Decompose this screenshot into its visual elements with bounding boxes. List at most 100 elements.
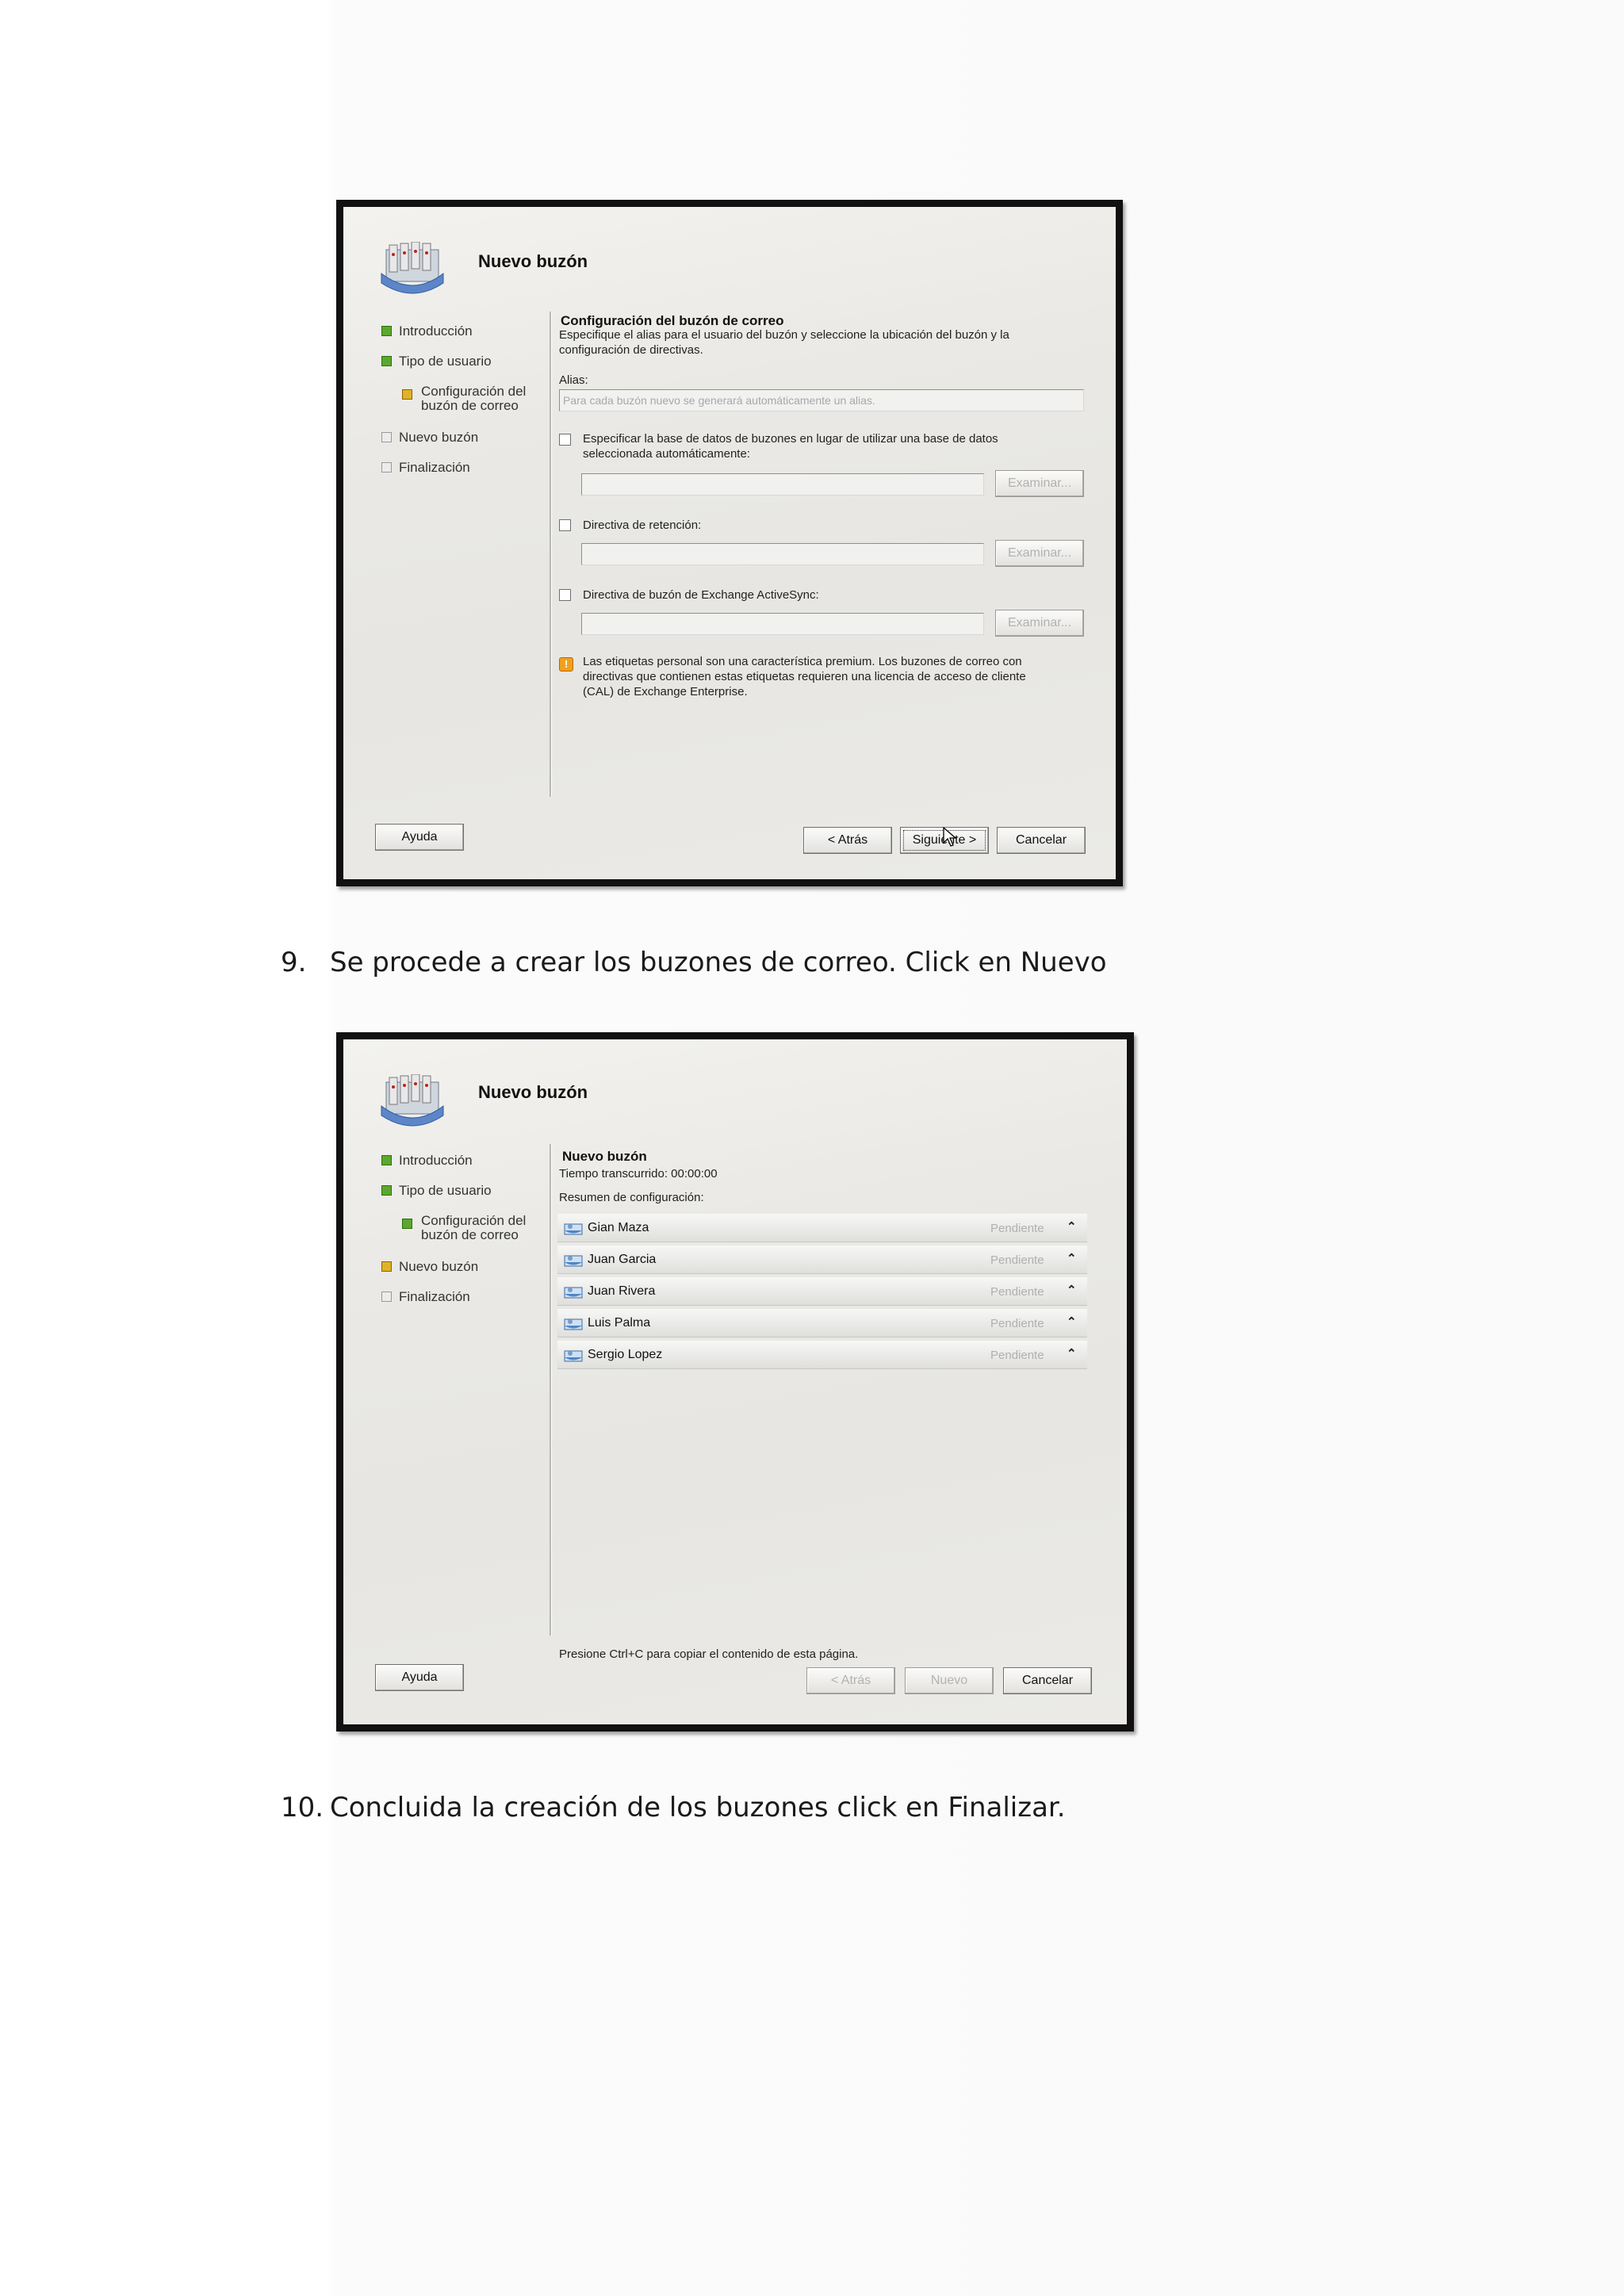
nav-step-label: Finalización [399,460,470,475]
nav-step-label: Introducción [399,1153,473,1168]
nav-step-new-mailbox: Nuevo buzón [381,430,540,445]
premium-note-line3: (CAL) de Exchange Enterprise. [583,685,748,698]
database-input[interactable] [581,473,984,496]
activesync-policy-label: Directiva de buzón de Exchange ActiveSyn… [583,588,819,602]
specify-database-checkbox[interactable] [559,434,571,446]
help-button[interactable]: Ayuda [375,824,464,851]
alias-input[interactable]: Para cada buzón nuevo se generará automá… [559,389,1084,411]
browse-retention-button[interactable]: Examinar... [995,540,1084,567]
specify-database-label-line1: Especificar la base de datos de buzones … [583,432,998,446]
retention-policy-checkbox[interactable] [559,519,571,531]
mailbox-row[interactable]: Luis Palma Pendiente ⌃ [557,1309,1087,1337]
mailbox-summary-list: Gian Maza Pendiente ⌃ Juan Garcia Pendie… [557,1214,1087,1372]
mailbox-row[interactable]: Gian Maza Pendiente ⌃ [557,1214,1087,1242]
double-chevron-up-icon[interactable]: ⌃ [1067,1346,1077,1360]
step-pending-icon [381,1292,392,1302]
wizard-steps: Introducción Tipo de usuario Configuraci… [381,324,540,491]
warning-icon: ! [559,657,573,672]
nav-step-label-line2: buzón de correo [421,398,519,413]
nav-step-completion: Finalización [381,461,540,475]
mailbox-status: Pendiente [990,1317,1044,1330]
nav-step-mailbox-settings: Configuración del buzón de correo [381,385,540,413]
mailbox-name: Juan Rivera [588,1284,656,1298]
retention-policy-input[interactable] [581,543,984,565]
double-chevron-up-icon[interactable]: ⌃ [1067,1251,1077,1265]
screenshot-mailbox-settings: Nuevo buzón Introducción Tipo de usuario… [336,200,1123,886]
summary-label: Resumen de configuración: [559,1191,704,1204]
help-button[interactable]: Ayuda [375,1664,464,1691]
mailbox-wizard-icon [381,242,444,294]
mailbox-row[interactable]: Sergio Lopez Pendiente ⌃ [557,1341,1087,1369]
nav-step-label: Tipo de usuario [399,354,492,369]
double-chevron-up-icon[interactable]: ⌃ [1067,1314,1077,1329]
nav-step-label: Finalización [399,1289,470,1304]
activesync-policy-input[interactable] [581,613,984,635]
mailbox-status: Pendiente [990,1349,1044,1362]
nav-divider [550,312,552,797]
step-complete-icon [381,326,392,336]
nav-step-user-type: Tipo de usuario [381,1184,540,1198]
mailbox-name: Gian Maza [588,1221,649,1234]
double-chevron-up-icon[interactable]: ⌃ [1067,1219,1077,1234]
specify-database-label-line2: seleccionada automáticamente: [583,447,750,461]
mailbox-status: Pendiente [990,1285,1044,1299]
mailbox-user-icon [564,1318,583,1330]
mailbox-name: Luis Palma [588,1316,651,1330]
new-button[interactable]: Nuevo [905,1667,994,1694]
activesync-policy-checkbox[interactable] [559,589,571,601]
mailbox-status: Pendiente [990,1222,1044,1235]
mailbox-name: Sergio Lopez [588,1348,663,1361]
step-description: Se procede a crear los buzones de correo… [330,947,1107,978]
browse-database-button[interactable]: Examinar... [995,470,1084,497]
alias-label: Alias: [559,373,588,387]
section-description-line2: configuración de directivas. [559,343,703,357]
step-description: Concluida la creación de los buzones cli… [330,1792,1066,1823]
dialog-title: Nuevo buzón [478,1082,588,1102]
mailbox-user-icon [564,1223,583,1235]
mailbox-wizard-icon [381,1074,444,1127]
step-9-text: 9. Se procede a crear los buzones de corr… [281,947,1107,978]
cancel-button[interactable]: Cancelar [1003,1667,1092,1694]
nav-step-completion: Finalización [381,1290,540,1304]
step-number: 10. [281,1792,324,1823]
mouse-pointer-icon [943,827,957,847]
wizard-steps: Introducción Tipo de usuario Configuraci… [381,1154,540,1320]
mailbox-name: Juan Garcia [588,1253,657,1266]
step-current-icon [381,1261,392,1272]
step-number: 9. [281,947,307,978]
nav-step-intro: Introducción [381,1154,540,1168]
cancel-button[interactable]: Cancelar [997,827,1086,854]
double-chevron-up-icon[interactable]: ⌃ [1067,1283,1077,1297]
nav-step-label: Nuevo buzón [399,430,479,445]
step-pending-icon [381,432,392,442]
nav-divider [550,1144,552,1636]
premium-note-line2: directivas que contienen estas etiquetas… [583,670,1026,683]
back-button[interactable]: < Atrás [806,1667,895,1694]
nav-step-new-mailbox: Nuevo buzón [381,1260,540,1274]
section-title: Configuración del buzón de correo [561,313,784,328]
nav-step-label: Tipo de usuario [399,1183,492,1198]
nav-step-label-line1: Configuración del [421,384,527,399]
nav-step-label: Introducción [399,323,473,339]
mailbox-row[interactable]: Juan Rivera Pendiente ⌃ [557,1277,1087,1306]
mailbox-row[interactable]: Juan Garcia Pendiente ⌃ [557,1246,1087,1274]
retention-policy-label: Directiva de retención: [583,519,702,532]
dialog-title: Nuevo buzón [478,251,588,271]
step-complete-icon [381,356,392,366]
mailbox-user-icon [564,1255,583,1267]
step-complete-icon [381,1185,392,1196]
mailbox-user-icon [564,1287,583,1299]
step-complete-icon [381,1155,392,1165]
step-current-icon [402,389,412,400]
back-button[interactable]: < Atrás [803,827,892,854]
nav-step-label: Nuevo buzón [399,1259,479,1274]
premium-note-line1: Las etiquetas personal son una caracterí… [583,655,1022,668]
step-pending-icon [381,462,392,473]
new-mailbox-dialog: Nuevo buzón Introducción Tipo de usuario… [343,1039,1127,1724]
section-title: Nuevo buzón [562,1149,647,1164]
elapsed-time: Tiempo transcurrido: 00:00:00 [559,1167,718,1181]
step-10-text: 10. Concluida la creación de los buzones … [281,1792,1066,1823]
copy-hint: Presione Ctrl+C para copiar el contenido… [559,1647,859,1661]
step-complete-icon [402,1219,412,1229]
browse-activesync-button[interactable]: Examinar... [995,610,1084,637]
